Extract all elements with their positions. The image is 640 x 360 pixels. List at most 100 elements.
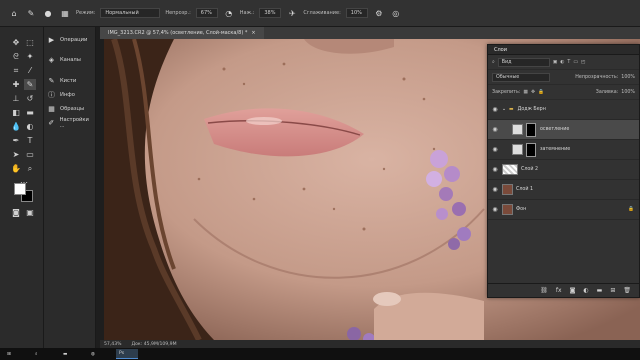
brush-tool-icon[interactable]: ✎ [24,79,36,90]
layer-kind-filter[interactable]: Вид [497,57,550,67]
mask-icon[interactable]: ◙ [570,287,576,294]
channels-icon: ◈ [48,56,55,64]
filter-shape-icon[interactable]: ▭ [573,60,578,65]
filter-smart-icon[interactable]: ◰ [581,60,586,65]
dodge-icon[interactable]: ◐ [24,121,36,132]
flow-field[interactable]: 38% [259,8,282,18]
pressure-opacity-icon[interactable]: ◔ [223,7,235,19]
status-bar: 57,43% Док: 45,9M/109,9M [100,340,640,348]
panel-swatches[interactable]: ▦ Образцы [47,102,94,116]
layers-panel-header: Слои [488,45,639,55]
blur-icon[interactable]: 💧 [10,121,22,132]
photoshop-icon[interactable]: Ps [116,349,138,359]
new-layer-icon[interactable]: ⊞ [610,287,615,294]
healing-icon[interactable]: ✚ [10,79,22,90]
settings-gear-icon[interactable]: ⚙ [373,7,385,19]
home-icon[interactable]: ⌂ [8,7,20,19]
trash-icon[interactable]: 🗑 [623,287,631,294]
lock-all-icon[interactable]: 🔒 [538,90,544,95]
layer-row[interactable]: ◉ затемнение [488,140,639,160]
tools-panel: ✥ ⬚ ᘓ ✦ ⌗ ⁄ ✚ ✎ ⊥ ↺ ◧ ▬ 💧 ◐ ✒ T ➤ ▭ ✋ ⌕ … [0,27,44,348]
rectangle-icon[interactable]: ▭ [24,149,36,160]
panel-actions[interactable]: ▶ Операции [47,33,94,47]
folder-icon: ▬ [509,107,514,112]
screen-mode-icon[interactable]: ▣ [24,207,36,218]
opacity-field[interactable]: 67% [195,8,218,18]
document-tab-title: IMG_3213.CR2 @ 57,4% (осветление, Слой-м… [108,30,248,36]
close-icon[interactable]: × [251,30,255,36]
panel-channels[interactable]: ◈ Каналы [47,53,94,67]
panel-label: Образцы [60,106,85,112]
chrome-icon[interactable]: ◍ [88,349,110,359]
link-icon[interactable]: ⛓ [540,287,548,294]
adjustment-icon[interactable]: ◐ [583,287,588,294]
layer-mask-thumbnail[interactable] [526,142,536,157]
panel-brushes[interactable]: ✎ Кисти [47,74,94,88]
filter-adjustment-icon[interactable]: ◐ [560,60,564,65]
chevron-down-icon[interactable]: ⌄ [502,107,506,112]
panel-brush-settings[interactable]: ✐ Настройки ... [47,116,94,130]
marquee-icon[interactable]: ⬚ [24,37,36,48]
hand-icon[interactable]: ✋ [10,163,22,174]
eye-icon[interactable]: ◉ [488,126,502,133]
eye-icon[interactable]: ◉ [488,186,502,193]
lock-position-icon[interactable]: ✥ [531,90,535,95]
type-icon[interactable]: T [24,135,36,146]
brush-settings-icon: ✐ [48,119,55,127]
brush-icon[interactable]: ✎ [25,7,37,19]
folder-icon[interactable]: ▬ [597,287,603,294]
history-brush-icon[interactable]: ↺ [24,93,36,104]
panel-info[interactable]: ⓘ Инфо [47,88,94,102]
eraser-icon[interactable]: ◧ [10,107,22,118]
start-icon[interactable]: ⊞ [4,349,26,359]
blend-mode-select[interactable]: Обычные [492,72,550,82]
move-icon[interactable]: ✥ [10,37,22,48]
pen-icon[interactable]: ✒ [10,135,22,146]
quick-mask-icon[interactable]: ◙ [10,207,22,218]
layer-mask-thumbnail[interactable] [526,122,536,137]
airbrush-icon[interactable]: ✈ [286,7,298,19]
adjustment-thumbnail [512,144,523,155]
crop-icon[interactable]: ⌗ [10,65,22,76]
explorer-icon[interactable]: ▬ [60,349,82,359]
gradient-icon[interactable]: ▬ [24,107,36,118]
eye-icon[interactable]: ◉ [488,106,502,113]
layer-group[interactable]: ◉ ⌄ ▬ Додж Берн [488,100,639,120]
pressure-size-icon[interactable]: ◎ [390,7,402,19]
brush-panel-icon[interactable]: ▦ [59,7,71,19]
eyedropper-icon[interactable]: ⁄ [24,65,36,76]
eye-icon[interactable]: ◉ [488,146,502,153]
search-icon[interactable]: ⌕ [32,349,54,359]
fill-value[interactable]: 100% [621,90,635,95]
clone-stamp-icon[interactable]: ⊥ [10,93,22,104]
path-select-icon[interactable]: ➤ [10,149,22,160]
zoom-icon[interactable]: ⌕ [24,163,36,174]
quick-select-icon[interactable]: ✦ [24,51,36,62]
eye-icon[interactable]: ◉ [488,206,502,213]
brush-size-icon[interactable]: ● [42,7,54,19]
layers-panel: Слои ⌕ Вид ▣ ◐ T ▭ ◰ Обычные Непрозрачно… [487,44,640,298]
smoothing-field[interactable]: 10% [345,8,368,18]
opacity-value[interactable]: 100% [621,75,635,80]
layer-row[interactable]: ◉ Слой 2 [488,160,639,180]
layer-name: затемнение [540,147,571,152]
panel-label: Инфо [60,92,75,98]
filter-type-icon[interactable]: T [567,60,570,65]
zoom-level[interactable]: 57,43% [104,342,122,347]
document-tab[interactable]: IMG_3213.CR2 @ 57,4% (осветление, Слой-м… [100,27,264,39]
layer-name: Слой 2 [521,167,539,172]
layer-row-selected[interactable]: ◉ осветление [488,120,639,140]
layer-row[interactable]: ◉ Слой 1 [488,180,639,200]
filter-pixel-icon[interactable]: ▣ [553,60,558,65]
fx-icon[interactable]: fx [556,287,562,294]
lock-pixels-icon[interactable]: ▦ [523,90,528,95]
opacity-label: Непрозрачность: [575,74,619,80]
layers-panel-title[interactable]: Слои [494,47,507,53]
lasso-icon[interactable]: ᘓ [10,51,22,62]
layer-row[interactable]: ◉ Фон 🔒 [488,200,639,220]
eye-icon[interactable]: ◉ [488,166,502,173]
layers-panel-footer: ⛓ fx ◙ ◐ ▬ ⊞ 🗑 [488,283,639,297]
foreground-color-swatch[interactable] [14,183,26,195]
mode-select[interactable]: Нормальный [100,8,161,18]
lock-fill-row: Закрепить: ▦ ✥ 🔒 Заливка: 100% [488,85,639,100]
